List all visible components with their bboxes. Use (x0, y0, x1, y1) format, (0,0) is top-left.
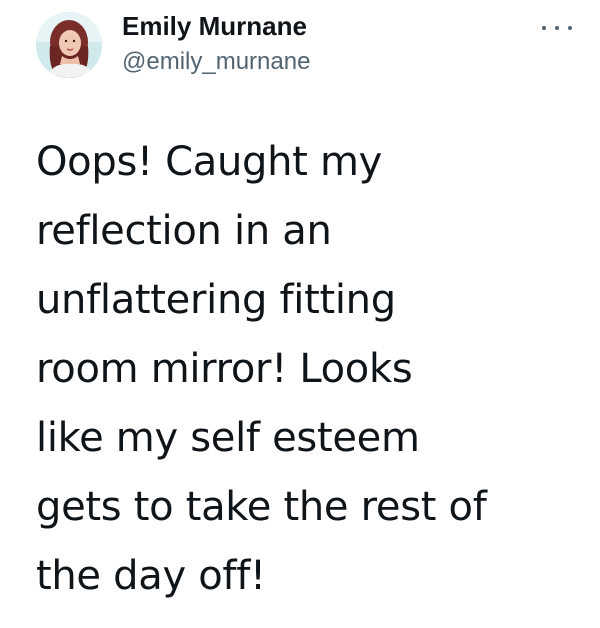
tweet-header: Emily Murnane @emily_murnane (36, 10, 576, 82)
more-options-icon[interactable] (542, 18, 572, 38)
user-handle[interactable]: @emily_murnane (122, 46, 310, 78)
dot-icon (555, 26, 559, 30)
dot-icon (568, 26, 572, 30)
profile-photo-icon (36, 12, 102, 78)
tweet-card: Emily Murnane @emily_murnane Oops! Caugh… (0, 0, 600, 628)
tweet-text: Oops! Caught my reflection in an unflatt… (36, 139, 487, 599)
avatar[interactable] (36, 12, 102, 78)
author-names: Emily Murnane @emily_murnane (122, 10, 310, 78)
display-name[interactable]: Emily Murnane (122, 10, 310, 42)
dot-icon (542, 26, 546, 30)
